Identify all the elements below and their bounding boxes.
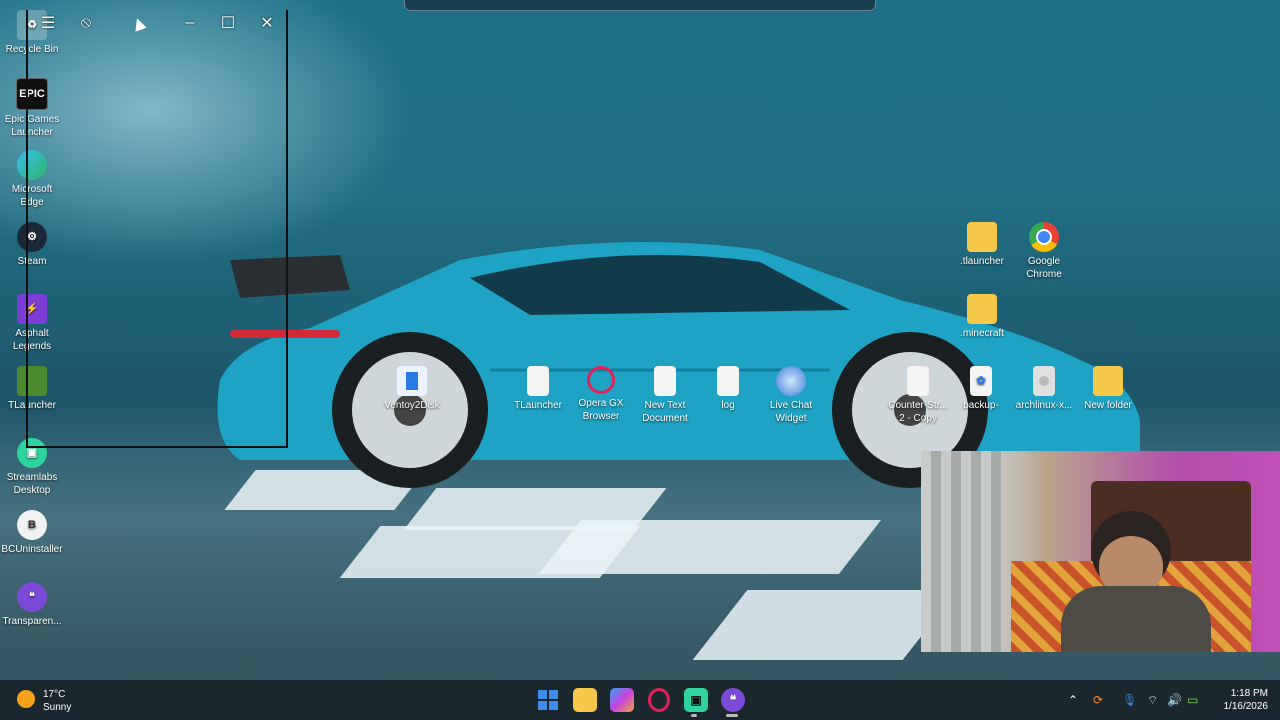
backup-icon: ✿ <box>970 366 992 396</box>
no-sync-icon[interactable]: ⦸ <box>72 10 100 36</box>
start-button[interactable] <box>536 688 560 712</box>
folder-icon <box>967 294 997 324</box>
desktop-icon-opera-gx[interactable]: Opera GX Browser <box>569 366 633 423</box>
minimize-button[interactable]: – <box>176 10 204 36</box>
floor-stripe <box>538 520 882 574</box>
close-button[interactable]: ✕ <box>253 10 281 36</box>
curtain <box>921 451 1001 652</box>
volume-icon[interactable]: 🔊 <box>1167 693 1182 707</box>
desktop-icon-live-chat-widget[interactable]: Live Chat Widget <box>759 366 823 425</box>
folder-icon <box>1093 366 1123 396</box>
chrome-icon <box>1029 222 1059 252</box>
desktop-icon-bcuninstaller[interactable]: B BCUninstaller <box>0 510 64 556</box>
desktop-icon-minecraft-folder[interactable]: .minecraft <box>950 294 1014 340</box>
desktop-icon-tlauncher-folder[interactable]: .tlauncher <box>950 222 1014 268</box>
opera-gx-icon <box>587 366 615 394</box>
file-icon <box>527 366 549 396</box>
desktop-icon-new-text-document[interactable]: New Text Document <box>633 366 697 425</box>
bcuninstaller-icon: B <box>17 510 47 540</box>
person-shirt <box>1061 586 1211 652</box>
desktop-icon-ventoy[interactable]: Ventoy2Disk <box>380 366 444 412</box>
weather-widget[interactable]: 17°C Sunny <box>43 688 71 714</box>
globe-icon <box>776 366 806 396</box>
wifi-icon[interactable]: ⌔ <box>1147 693 1158 708</box>
battery-icon[interactable]: ▭ <box>1187 693 1198 707</box>
clock[interactable]: 1:18 PM 1/16/2026 <box>1212 687 1269 713</box>
snip-selection-frame[interactable] <box>26 10 288 448</box>
update-icon[interactable]: ⟳ <box>1093 693 1103 707</box>
running-indicator <box>726 714 738 717</box>
desktop-icon-transparent[interactable]: ❝ Transparen... <box>0 582 64 628</box>
desktop-icon-tlauncher-file[interactable]: TLauncher <box>506 366 570 412</box>
microphone-icon[interactable]: 🎙 <box>1122 693 1137 707</box>
file-icon <box>907 366 929 396</box>
taskbar <box>0 680 1280 720</box>
copilot-icon[interactable] <box>610 688 634 712</box>
opera-gx-taskbar-icon[interactable] <box>647 688 671 712</box>
desktop-icon-new-folder[interactable]: New folder <box>1076 366 1140 412</box>
folder-icon <box>967 222 997 252</box>
desktop-icon-backup[interactable]: ✿ backup- <box>949 366 1013 412</box>
sun-icon <box>17 690 35 708</box>
desktop-icon-archlinux[interactable]: archlinux-x... <box>1012 366 1076 412</box>
webcam-overlay <box>921 451 1280 652</box>
text-file-icon <box>717 366 739 396</box>
chevron-up-icon[interactable]: ⌃ <box>1068 693 1078 707</box>
maximize-button[interactable]: ☐ <box>214 10 242 36</box>
transparent-taskbar-icon[interactable]: ❝ <box>721 688 745 712</box>
top-floating-bar[interactable] <box>404 0 876 11</box>
text-file-icon <box>654 366 676 396</box>
ventoy-icon <box>397 366 427 396</box>
file-explorer-icon[interactable] <box>573 688 597 712</box>
menu-icon[interactable]: ☰ <box>34 10 62 36</box>
running-indicator <box>691 714 697 717</box>
transparent-icon: ❝ <box>17 582 47 612</box>
desktop-icon-counter-strike[interactable]: Counter-Str... 2 - Copy <box>886 366 950 425</box>
streamlabs-taskbar-icon[interactable]: ▣ <box>684 688 708 712</box>
disc-icon <box>1033 366 1055 396</box>
desktop-icon-chrome[interactable]: Google Chrome <box>1012 222 1076 281</box>
windows-icon <box>538 690 558 710</box>
desktop-icon-log[interactable]: log <box>696 366 760 412</box>
